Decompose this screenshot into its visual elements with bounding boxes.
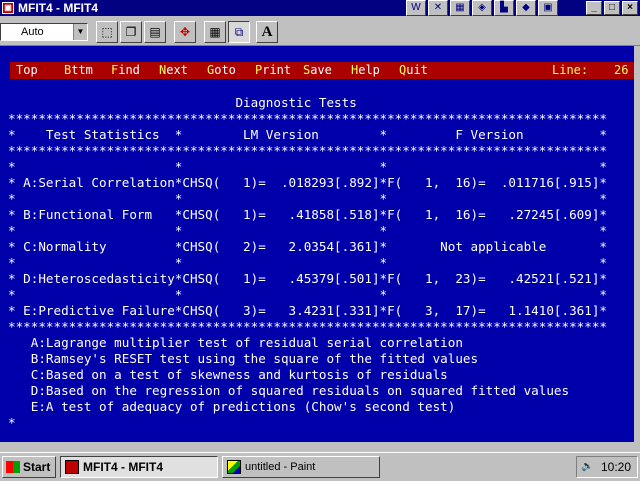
dos-toolbar: Auto ▼ ⬚ ❐ ▤ ✥ ▦ ⧉ A (0, 16, 640, 46)
tray-clock[interactable]: 10:20 (601, 457, 631, 477)
msdos-task-icon (65, 460, 79, 474)
menu-print[interactable]: Print (255, 62, 291, 79)
chevron-down-icon[interactable]: ▼ (73, 24, 87, 40)
quick-icon-6[interactable]: ◆ (516, 0, 536, 16)
console-line: ****************************************… (8, 319, 607, 334)
console-line: ****************************************… (8, 111, 607, 126)
quick-icon-5[interactable]: ▙ (494, 0, 514, 16)
console-line: D:Based on the regression of squared res… (8, 383, 570, 398)
background-button[interactable]: ⧉ (228, 21, 250, 43)
console-line: ****************************************… (8, 143, 607, 158)
font-icon: A (261, 24, 273, 40)
font-size-select[interactable]: Auto ▼ (0, 23, 88, 41)
font-size-value: Auto (21, 26, 44, 38)
console-line: Diagnostic Tests (8, 95, 357, 110)
menu-find-label: ind (118, 63, 140, 77)
fullscreen-button[interactable]: ✥ (174, 21, 196, 43)
msdos-app-icon[interactable]: ▣ (2, 2, 14, 14)
program-menubar: Top Bttm Find Next Goto Print Save Help … (10, 62, 634, 79)
quick-icon-1[interactable]: W (406, 0, 426, 16)
menu-next[interactable]: Next (159, 62, 188, 79)
maximize-button[interactable]: □ (604, 1, 620, 15)
fullscreen-icon: ✥ (179, 25, 191, 39)
console-line: * * * * (8, 159, 607, 174)
properties-icon: ▦ (209, 25, 221, 39)
windows-logo-icon (6, 461, 20, 473)
console-line: A:Lagrange multiplier test of residual s… (8, 335, 463, 350)
system-tray: 🔈 10:20 (576, 456, 638, 478)
menu-goto-label: oto (214, 63, 236, 77)
console-line: * (8, 415, 16, 430)
window-right-edge (634, 46, 640, 442)
menu-print-label: rint (262, 63, 292, 77)
quick-icon-3[interactable]: ▦ (450, 0, 470, 16)
mark-icon: ⬚ (101, 25, 113, 39)
mark-button[interactable]: ⬚ (96, 21, 118, 43)
font-button[interactable]: A (256, 21, 278, 43)
menu-top-label: op (23, 63, 38, 77)
console-line: * * * * (8, 223, 607, 238)
console-line: * B:Functional Form *CHSQ( 1)= .41858[.5… (8, 207, 607, 222)
menu-bttm-label: ttm (71, 63, 93, 77)
taskbar: Start MFIT4 - MFIT4 untitled - Paint 🔈 1… (0, 452, 640, 481)
minimize-button[interactable]: _ (586, 1, 602, 15)
console-line: * A:Serial Correlation*CHSQ( 1)= .018293… (8, 175, 607, 190)
titlebar-quick-icons: W ✕ ▦ ◈ ▙ ◆ ▣ (406, 0, 560, 16)
window-title: MFIT4 - MFIT4 (18, 1, 98, 15)
menu-help[interactable]: Help (351, 62, 380, 79)
menu-save-label: ave (310, 63, 332, 77)
console-line: * * * * (8, 191, 607, 206)
start-button[interactable]: Start (2, 456, 56, 478)
task-mfit4[interactable]: MFIT4 - MFIT4 (60, 456, 218, 478)
dos-console[interactable]: Top Bttm Find Next Goto Print Save Help … (0, 46, 634, 442)
task-paint[interactable]: untitled - Paint (222, 456, 380, 478)
menu-quit-label: uit (406, 63, 428, 77)
speaker-icon[interactable]: 🔈 (581, 461, 593, 473)
window-titlebar[interactable]: ▣ MFIT4 - MFIT4 W ✕ ▦ ◈ ▙ ◆ ▣ _ □ × (0, 0, 640, 16)
console-line: * D:Heteroscedasticity*CHSQ( 1)= .45379[… (8, 271, 607, 286)
console-line: * * * * (8, 255, 607, 270)
menu-bttm[interactable]: Bttm (64, 62, 93, 79)
menu-top[interactable]: Top (16, 62, 38, 79)
console-line: * Test Statistics * LM Version * F Versi… (8, 127, 607, 142)
menu-save[interactable]: Save (303, 62, 332, 79)
line-indicator-value: 26 (614, 63, 629, 77)
start-label: Start (23, 460, 51, 474)
paint-task-icon (227, 460, 241, 474)
menu-help-label: elp (358, 63, 380, 77)
task-mfit4-label: MFIT4 - MFIT4 (83, 460, 163, 474)
copy-icon: ❐ (125, 25, 137, 39)
console-line: * E:Predictive Failure*CHSQ( 3)= 3.4231[… (8, 303, 607, 318)
menu-next-label: ext (166, 63, 188, 77)
background-icon: ⧉ (234, 25, 244, 39)
menu-find[interactable]: Find (111, 62, 140, 79)
paste-button[interactable]: ▤ (144, 21, 166, 43)
copy-button[interactable]: ❐ (120, 21, 142, 43)
console-line: B:Ramsey's RESET test using the square o… (8, 351, 479, 366)
menu-quit[interactable]: Quit (399, 62, 428, 79)
close-button[interactable]: × (622, 1, 638, 15)
console-line: C:Based on a test of skewness and kurtos… (8, 367, 448, 382)
console-line: E:A test of adequacy of predictions (Cho… (8, 399, 456, 414)
task-paint-label: untitled - Paint (245, 461, 316, 473)
paste-icon: ▤ (149, 25, 161, 39)
quick-icon-2[interactable]: ✕ (428, 0, 448, 16)
menu-goto[interactable]: Goto (207, 62, 236, 79)
console-line: * C:Normality *CHSQ( 2)= 2.0354[.361]* N… (8, 239, 607, 254)
properties-button[interactable]: ▦ (204, 21, 226, 43)
quick-icon-7[interactable]: ▣ (538, 0, 558, 16)
line-indicator-label: Line: (552, 63, 589, 77)
window-controls: _ □ × (584, 1, 638, 15)
quick-icon-4[interactable]: ◈ (472, 0, 492, 16)
console-line: * * * * (8, 287, 607, 302)
